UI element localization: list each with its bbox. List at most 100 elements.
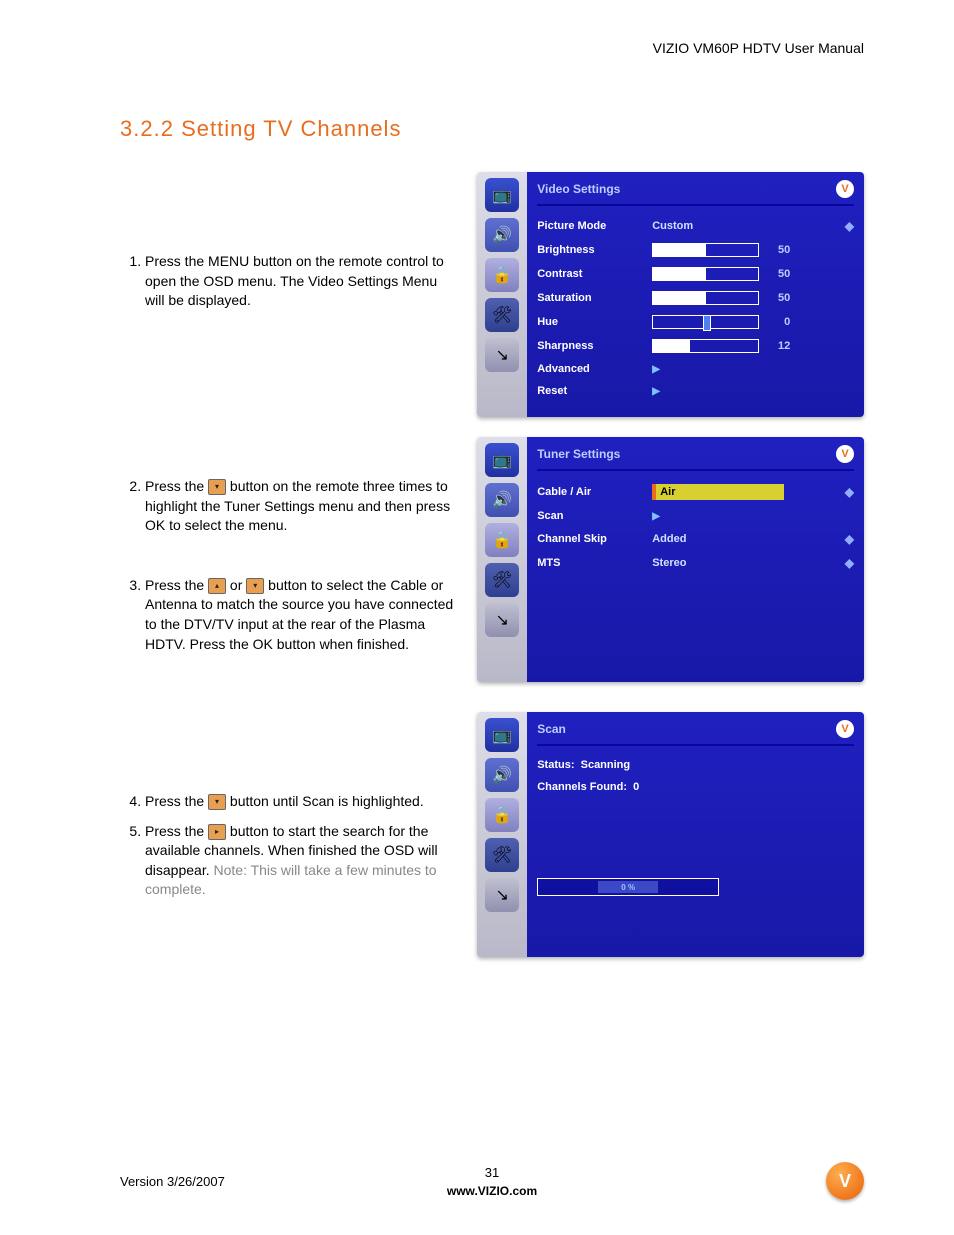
osd-setting-row: MTSStereo ◆ bbox=[537, 551, 854, 575]
lock-tab-icon: 🔒 bbox=[485, 798, 519, 832]
osd-setting-row: Advanced▶ bbox=[537, 358, 854, 380]
video-tab-icon: 📺 bbox=[485, 178, 519, 212]
osd-value-highlighted: Air bbox=[652, 484, 784, 500]
osd-label: Contrast bbox=[537, 268, 652, 280]
up-button-icon: ▴ bbox=[208, 578, 226, 594]
osd-label: Scan bbox=[537, 510, 652, 522]
osd-slider bbox=[652, 243, 759, 257]
osd-slider bbox=[652, 315, 759, 329]
osd-setting-row: Sharpness 12 bbox=[537, 334, 854, 358]
osd-number: 12 bbox=[765, 340, 790, 352]
vizio-badge-icon: V bbox=[836, 180, 854, 198]
osd-value: Added bbox=[652, 533, 772, 545]
osd-slider bbox=[652, 267, 759, 281]
osd-label: Sharpness bbox=[537, 340, 652, 352]
osd-main-video: Video Settings V Picture ModeCustom◆Brig… bbox=[527, 172, 864, 417]
exit-tab-icon: ↘ bbox=[485, 878, 519, 912]
osd-setting-row: Channel SkipAdded ◆ bbox=[537, 527, 854, 551]
vizio-badge-icon: V bbox=[836, 445, 854, 463]
osd-sidebar: 📺 🔊 🔒 🛠 ↘ bbox=[477, 437, 527, 682]
osd-title: Tuner Settings bbox=[537, 447, 620, 461]
osd-label: Channel Skip bbox=[537, 533, 652, 545]
osd-label: Brightness bbox=[537, 244, 652, 256]
exit-tab-icon: ↘ bbox=[485, 338, 519, 372]
right-button-icon: ▸ bbox=[208, 824, 226, 840]
osd-screenshot-1: 📺 🔊 🔒 🛠 ↘ Video Settings V Picture ModeC… bbox=[477, 172, 864, 417]
step-1: Press the MENU button on the remote cont… bbox=[145, 252, 457, 311]
step-3: Press the ▴ or ▾ button to select the Ca… bbox=[145, 576, 457, 654]
vizio-logo-icon: V bbox=[826, 1162, 864, 1200]
osd-label: Reset bbox=[537, 385, 652, 397]
manual-page: VIZIO VM60P HDTV User Manual 3.2.2 Setti… bbox=[0, 0, 954, 1235]
footer-url: www.VIZIO.com bbox=[447, 1184, 537, 1198]
osd-setting-row: Saturation 50 bbox=[537, 286, 854, 310]
osd-setting-row: Picture ModeCustom◆ bbox=[537, 214, 854, 238]
setup-tab-icon: 🛠 bbox=[485, 298, 519, 332]
scan-progress-label: 0 % bbox=[621, 883, 635, 892]
step-block-1: Press the MENU button on the remote cont… bbox=[120, 172, 864, 417]
step-1-text: Press the MENU button on the remote cont… bbox=[145, 253, 444, 308]
osd-label: Cable / Air bbox=[537, 486, 652, 498]
step-text-23: Press the ▾ button on the remote three t… bbox=[120, 447, 457, 664]
vizio-badge-icon: V bbox=[836, 720, 854, 738]
osd-setting-row: Hue0 bbox=[537, 310, 854, 334]
osd-label: MTS bbox=[537, 557, 652, 569]
down-button-icon: ▾ bbox=[208, 479, 226, 495]
page-number: 31 bbox=[447, 1165, 537, 1180]
section-number: 3.2.2 bbox=[120, 116, 174, 141]
arrow-right-icon: ▶ bbox=[652, 511, 660, 522]
osd-setting-row: Contrast 50 bbox=[537, 262, 854, 286]
osd-slider bbox=[652, 291, 759, 305]
osd-number: 50 bbox=[765, 292, 790, 304]
arrow-right-icon: ▶ bbox=[652, 386, 660, 397]
osd-setting-row: Brightness 50 bbox=[537, 238, 854, 262]
osd-setting-row: Scan▶ bbox=[537, 505, 854, 527]
osd-sidebar: 📺 🔊 🔒 🛠 ↘ bbox=[477, 712, 527, 957]
osd-title: Video Settings bbox=[537, 182, 620, 196]
osd-label: Picture Mode bbox=[537, 220, 652, 232]
osd-number: 50 bbox=[765, 244, 790, 256]
arrow-right-icon: ▶ bbox=[652, 364, 660, 375]
setup-tab-icon: 🛠 bbox=[485, 563, 519, 597]
lock-tab-icon: 🔒 bbox=[485, 523, 519, 557]
step-text-1: Press the MENU button on the remote cont… bbox=[120, 172, 457, 321]
step-5: Press the ▸ button to start the search f… bbox=[145, 822, 457, 900]
step-text-45: Press the ▾ button until Scan is highlig… bbox=[120, 712, 457, 910]
step-block-3: Press the ▾ button until Scan is highlig… bbox=[120, 712, 864, 957]
osd-label: Saturation bbox=[537, 292, 652, 304]
doc-title: VIZIO VM60P HDTV User Manual bbox=[120, 40, 864, 56]
page-footer: Version 3/26/2007 31 www.VIZIO.com V bbox=[120, 1162, 864, 1200]
exit-tab-icon: ↘ bbox=[485, 603, 519, 637]
video-tab-icon: 📺 bbox=[485, 443, 519, 477]
osd-setting-row: Cable / AirAir ◆ bbox=[537, 479, 854, 505]
osd-screenshot-2: 📺 🔊 🔒 🛠 ↘ Tuner Settings V Cable / AirAi… bbox=[477, 437, 864, 682]
version-text: Version 3/26/2007 bbox=[120, 1174, 225, 1189]
audio-tab-icon: 🔊 bbox=[485, 218, 519, 252]
video-tab-icon: 📺 bbox=[485, 718, 519, 752]
scan-progress-bar: 0 % bbox=[537, 878, 719, 896]
osd-number: 50 bbox=[765, 268, 790, 280]
audio-tab-icon: 🔊 bbox=[485, 758, 519, 792]
osd-sidebar: 📺 🔊 🔒 🛠 ↘ bbox=[477, 172, 527, 417]
osd-main-scan: Scan V Status: Scanning Channels Found: … bbox=[527, 712, 864, 957]
osd-label: Advanced bbox=[537, 363, 652, 375]
down-button-icon: ▾ bbox=[208, 794, 226, 810]
osd-screenshot-3: 📺 🔊 🔒 🛠 ↘ Scan V Status: Scanning bbox=[477, 712, 864, 957]
osd-slider bbox=[652, 339, 759, 353]
audio-tab-icon: 🔊 bbox=[485, 483, 519, 517]
diamond-icon: ◆ bbox=[845, 532, 854, 546]
osd-setting-row: Reset▶ bbox=[537, 380, 854, 402]
step-2: Press the ▾ button on the remote three t… bbox=[145, 477, 457, 536]
section-heading: 3.2.2 Setting TV Channels bbox=[120, 116, 864, 142]
down-button-icon: ▾ bbox=[246, 578, 264, 594]
setup-tab-icon: 🛠 bbox=[485, 838, 519, 872]
osd-main-tuner: Tuner Settings V Cable / AirAir◆Scan▶Cha… bbox=[527, 437, 864, 682]
scan-status-row: Status: Scanning bbox=[537, 754, 854, 776]
osd-title: Scan bbox=[537, 722, 566, 736]
step-4: Press the ▾ button until Scan is highlig… bbox=[145, 792, 457, 812]
osd-value: Stereo bbox=[652, 557, 772, 569]
diamond-icon: ◆ bbox=[845, 219, 854, 233]
section-title-text: Setting TV Channels bbox=[181, 116, 401, 141]
diamond-icon: ◆ bbox=[845, 556, 854, 570]
diamond-icon: ◆ bbox=[845, 485, 854, 499]
